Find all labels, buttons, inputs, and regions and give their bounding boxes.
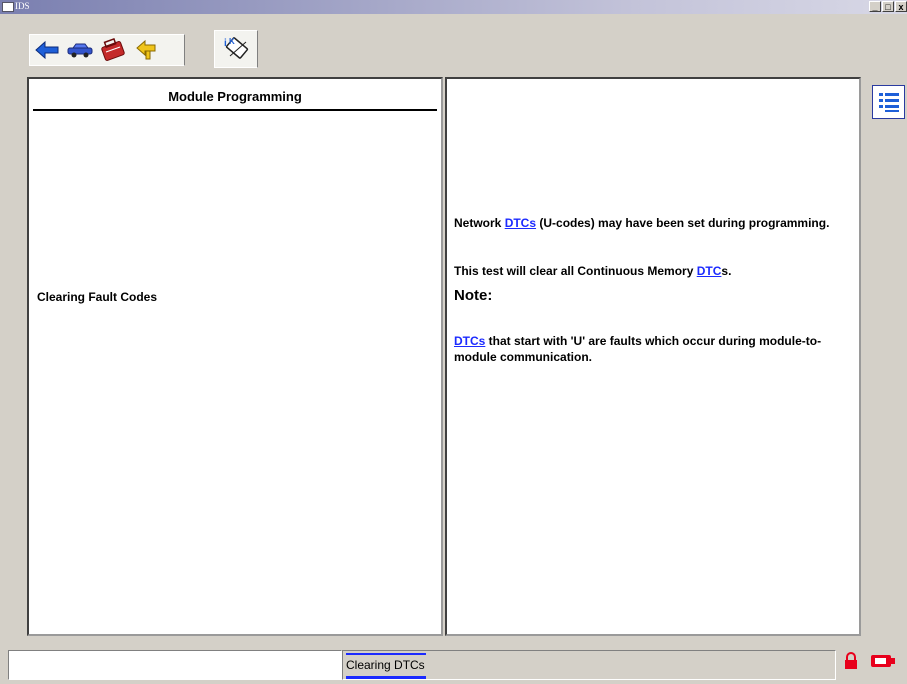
page-title: Module Programming bbox=[168, 89, 302, 104]
info-paragraph-2: This test will clear all Continuous Memo… bbox=[454, 263, 854, 279]
paragraph-text: s. bbox=[721, 264, 732, 278]
close-button[interactable]: x bbox=[895, 1, 907, 12]
title-bar: IDS _ □ x bbox=[0, 0, 907, 14]
svg-text:i: i bbox=[224, 38, 227, 49]
paragraph-text: This test will clear all Continuous Memo… bbox=[454, 264, 697, 278]
right-panel: Network DTCs (U-codes) may have been set… bbox=[445, 77, 861, 636]
status-message-field: Clearing DTCs bbox=[342, 650, 836, 680]
dtc-link[interactable]: DTC bbox=[697, 264, 722, 278]
left-panel: Module Programming Clearing Fault Codes bbox=[27, 77, 443, 636]
header-divider bbox=[33, 109, 437, 111]
toolbox-icon bbox=[100, 38, 125, 61]
window-controls: _ □ x bbox=[869, 1, 907, 12]
status-icons bbox=[844, 652, 896, 670]
dtcs-link[interactable]: DTCs bbox=[454, 334, 485, 348]
svg-text:K: K bbox=[229, 37, 235, 46]
vehicle-button[interactable] bbox=[65, 37, 94, 63]
minimize-button[interactable]: _ bbox=[869, 1, 881, 12]
current-step-label: Clearing Fault Codes bbox=[37, 290, 158, 304]
paragraph-text: (U-codes) may have been set during progr… bbox=[536, 216, 830, 230]
module-programming-icon: i K bbox=[224, 37, 249, 59]
list-icon bbox=[876, 90, 901, 114]
maximize-button[interactable]: □ bbox=[882, 1, 894, 12]
paragraph-text: that start with 'U' are faults which occ… bbox=[454, 334, 822, 364]
forward-button[interactable] bbox=[131, 37, 160, 63]
info-paragraph-3: DTCs that start with 'U' are faults whic… bbox=[454, 333, 854, 365]
back-arrow-icon bbox=[34, 40, 58, 60]
list-view-button[interactable] bbox=[872, 85, 905, 119]
info-paragraph-1: Network DTCs (U-codes) may have been set… bbox=[454, 215, 854, 231]
note-heading: Note: bbox=[454, 287, 493, 304]
status-bar: Clearing DTCs bbox=[0, 646, 907, 684]
dtcs-link[interactable]: DTCs bbox=[505, 216, 536, 230]
back-button[interactable] bbox=[32, 37, 61, 63]
paragraph-text: Network bbox=[454, 216, 505, 230]
status-left-field bbox=[8, 650, 342, 680]
navigation-tab-group bbox=[29, 34, 185, 66]
forward-arrow-icon bbox=[135, 39, 155, 60]
status-progress-bar bbox=[346, 676, 426, 679]
battery-icon bbox=[871, 655, 895, 667]
toolbar: i K bbox=[0, 14, 907, 68]
app-icon bbox=[2, 2, 14, 12]
vehicle-icon bbox=[67, 43, 92, 58]
window-title: IDS bbox=[15, 1, 30, 11]
module-programming-tab[interactable]: i K bbox=[214, 30, 258, 68]
status-text: Clearing DTCs bbox=[346, 658, 425, 672]
toolbox-button[interactable] bbox=[98, 37, 127, 63]
lock-icon bbox=[845, 652, 857, 669]
status-progress-top bbox=[346, 653, 426, 655]
